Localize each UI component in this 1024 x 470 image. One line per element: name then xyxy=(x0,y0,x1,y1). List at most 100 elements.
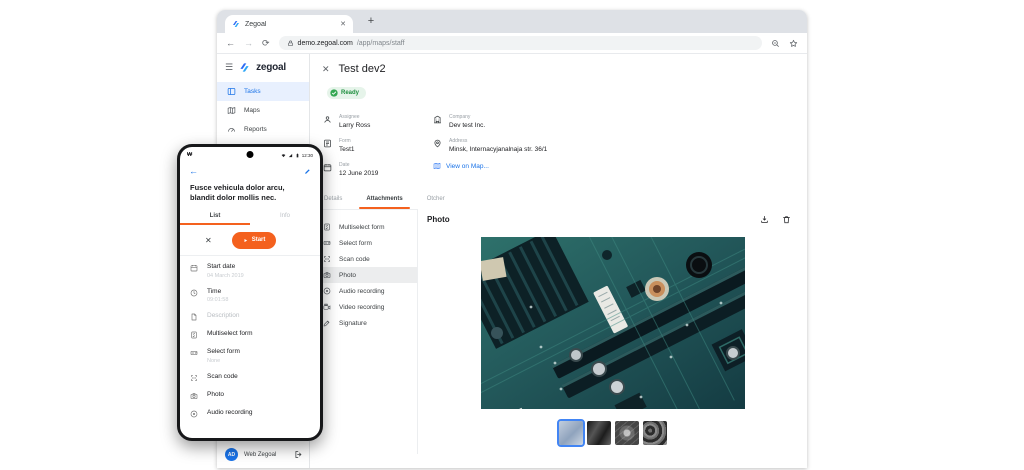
active-tab-underline xyxy=(359,207,409,209)
phone-task-title: Fusce vehicula dolor arcu, blandit dolor… xyxy=(180,176,320,203)
phone-tabs: List Info xyxy=(180,210,320,225)
browser-tab[interactable]: Zegoal ✕ xyxy=(225,15,353,33)
reports-icon xyxy=(227,125,236,134)
phone-row-select-form[interactable]: Select form None xyxy=(180,343,320,368)
task-title: Test dev2 xyxy=(339,63,386,75)
favicon-zegoal-icon xyxy=(232,20,240,28)
attachment-item-multiselect-form[interactable]: Multiselect form xyxy=(310,219,417,235)
sidebar-item-tasks[interactable]: Tasks xyxy=(217,82,309,101)
tab-close-icon[interactable]: ✕ xyxy=(340,20,346,28)
forward-icon[interactable]: → xyxy=(244,38,253,48)
new-tab-button[interactable]: + xyxy=(363,13,379,29)
phone-tab-info[interactable]: Info xyxy=(250,210,320,225)
attachment-item-video-recording[interactable]: Video recording xyxy=(310,299,417,315)
thumbnail-2[interactable] xyxy=(587,421,611,445)
photo-preview[interactable] xyxy=(481,237,745,409)
notification-icon: ₩ xyxy=(187,152,192,158)
logout-icon[interactable] xyxy=(294,450,303,459)
record-icon xyxy=(323,287,331,295)
calendar-icon xyxy=(190,264,198,272)
map-link-label: View on Map... xyxy=(446,163,489,170)
sidebar-item-label: Reports xyxy=(244,126,267,133)
url-input[interactable]: demo.zegoal.com/app/maps/staff xyxy=(279,36,762,50)
field-label: Date xyxy=(339,162,378,168)
phone-app-bar: ← xyxy=(180,160,320,176)
row-label: Description xyxy=(207,312,240,319)
zoom-out-icon[interactable] xyxy=(771,39,780,48)
reload-icon[interactable]: ⟳ xyxy=(262,38,270,49)
download-icon[interactable] xyxy=(760,215,769,224)
person-icon xyxy=(323,115,332,124)
view-on-map-link[interactable]: View on Map... xyxy=(433,162,807,170)
phone-field-list: Start date 04 March 2019 Time 09:01:58 D… xyxy=(180,255,320,422)
trash-icon[interactable] xyxy=(782,215,791,224)
user-avatar[interactable]: AD xyxy=(225,448,238,461)
task-close-icon[interactable]: ✕ xyxy=(322,64,330,75)
phone-close-icon[interactable]: ✕ xyxy=(205,236,212,245)
user-label: Web Zegoal xyxy=(244,452,288,458)
phone-status-bar: ₩ 12:30 xyxy=(180,147,320,160)
thumbnail-1-selected[interactable] xyxy=(559,421,583,445)
hamburger-menu-icon[interactable]: ☰ xyxy=(225,63,233,72)
attachment-item-photo[interactable]: Photo xyxy=(310,267,417,283)
thumbnail-3[interactable] xyxy=(615,421,639,445)
phone-row-description[interactable]: Description xyxy=(180,307,320,325)
sidebar-item-label: Tasks xyxy=(244,88,261,95)
play-icon xyxy=(243,238,248,243)
camera-punch-hole xyxy=(247,151,254,158)
field-form: Form Test1 xyxy=(323,138,433,153)
attachment-label: Photo xyxy=(339,272,356,279)
phone-row-multiselect-form[interactable]: Multiselect form xyxy=(180,325,320,343)
tab-label: Otcher xyxy=(427,196,445,202)
field-label: Company xyxy=(449,114,485,120)
phone-back-icon[interactable]: ← xyxy=(189,166,198,176)
calendar-icon xyxy=(323,163,332,172)
attachment-item-select-form[interactable]: Select form xyxy=(310,235,417,251)
tab-attachments[interactable]: Attachments xyxy=(354,192,414,209)
status-time: 12:30 xyxy=(302,153,313,158)
start-button[interactable]: Start xyxy=(232,232,277,249)
field-company: Company Dev test Inc. xyxy=(433,114,807,129)
document-icon xyxy=(190,313,198,321)
phone-row-scan-code[interactable]: Scan code xyxy=(180,368,320,386)
sidebar-item-label: Maps xyxy=(244,107,260,114)
row-value: 04 March 2019 xyxy=(207,273,244,279)
task-fields: Assignee Larry Ross Form Test1 Date xyxy=(323,114,807,186)
field-value: Larry Ross xyxy=(339,122,370,129)
scan-code-icon xyxy=(190,374,198,382)
phone-active-tab-underline xyxy=(180,223,250,225)
checklist-icon xyxy=(190,331,198,339)
select-form-icon xyxy=(323,239,331,247)
attachment-label: Scan code xyxy=(339,256,370,263)
field-date: Date 12 June 2019 xyxy=(323,162,433,177)
phone-row-audio-recording[interactable]: Audio recording xyxy=(180,404,320,422)
scan-code-icon xyxy=(323,255,331,263)
map-link-icon xyxy=(433,162,441,170)
attachment-item-scan-code[interactable]: Scan code xyxy=(310,251,417,267)
tab-otcher[interactable]: Otcher xyxy=(415,192,457,209)
phone-mockup: ₩ 12:30 ← Fusce vehicula dolor arcu, bla… xyxy=(177,144,323,441)
row-label: Start date xyxy=(207,263,244,270)
phone-row-start-date[interactable]: Start date 04 March 2019 xyxy=(180,258,320,283)
sidebar-item-maps[interactable]: Maps xyxy=(217,101,309,120)
attachment-item-signature[interactable]: Signature xyxy=(310,315,417,331)
select-form-icon xyxy=(190,349,198,357)
attachment-label: Video recording xyxy=(339,304,384,311)
edit-pencil-icon[interactable] xyxy=(304,168,311,175)
phone-row-photo[interactable]: Photo xyxy=(180,386,320,404)
field-value: Dev test Inc. xyxy=(449,122,485,129)
screenshot-root: Zegoal ✕ + ← → ⟳ demo.zegoal.com/app/map… xyxy=(0,0,1024,470)
tab-title: Zegoal xyxy=(245,21,335,28)
tab-label: Attachments xyxy=(366,196,402,202)
row-label: Audio recording xyxy=(207,409,253,416)
back-icon[interactable]: ← xyxy=(226,38,235,48)
phone-row-time[interactable]: Time 09:01:58 xyxy=(180,283,320,308)
thumbnail-4[interactable] xyxy=(643,421,667,445)
sidebar-menu: Tasks Maps Reports xyxy=(217,82,309,139)
row-value: 09:01:58 xyxy=(207,297,228,303)
row-label: Scan code xyxy=(207,373,238,380)
attachment-item-audio-recording[interactable]: Audio recording xyxy=(310,283,417,299)
sidebar-item-reports[interactable]: Reports xyxy=(217,120,309,139)
row-label: Select form xyxy=(207,348,240,355)
bookmark-star-icon[interactable] xyxy=(789,39,798,48)
